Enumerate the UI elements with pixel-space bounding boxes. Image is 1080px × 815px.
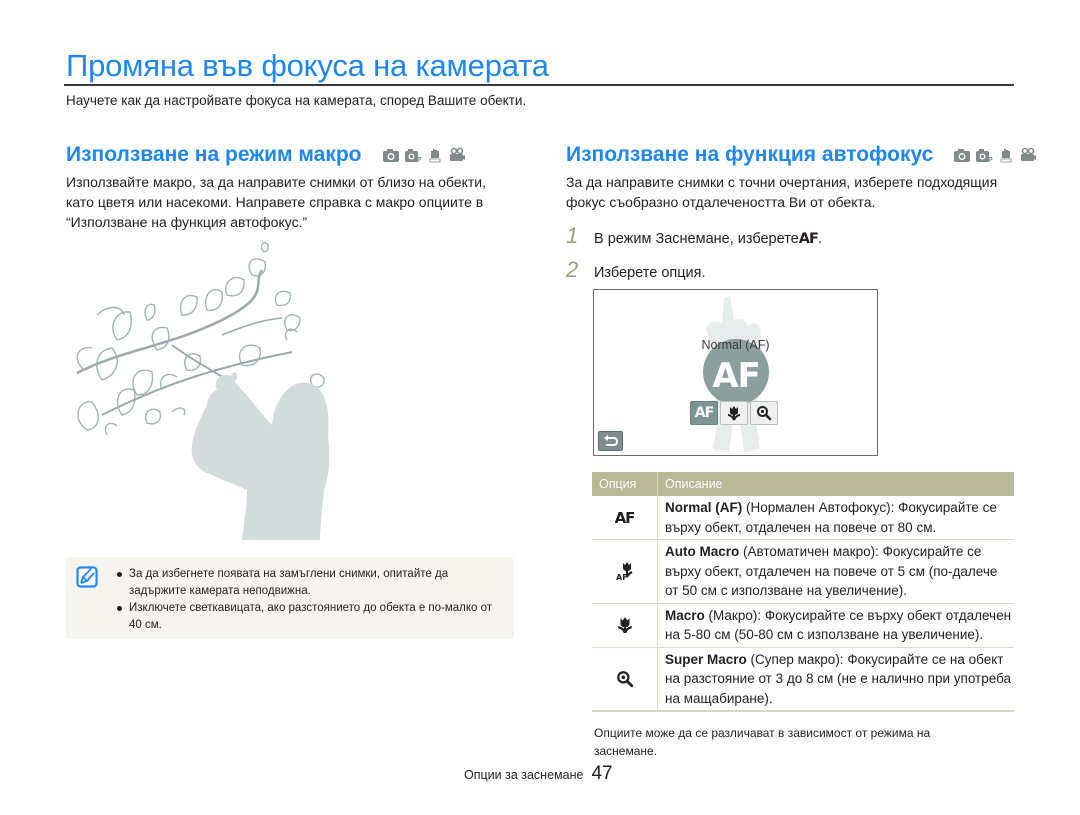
row-description: Auto Macro (Автоматичен макро): Фокусира…	[658, 540, 1014, 603]
svg-text:AF: AF	[616, 573, 628, 581]
step-number: 2	[566, 257, 579, 282]
table-note: Опциите може да се различават в зависимо…	[594, 726, 931, 758]
af-heading-text: Използване на функция автофокус	[566, 143, 934, 166]
header-option: Опция	[592, 472, 658, 496]
af-normal-icon: AF	[592, 496, 658, 539]
magnolia-photographer-illustration	[76, 242, 330, 540]
af-section-heading: Използване на функция автофокус P	[566, 143, 1037, 167]
super-macro-option[interactable]	[750, 401, 778, 425]
dual-is-icon	[1000, 149, 1012, 163]
af-icon: AF	[798, 231, 819, 247]
af-icon: AF	[694, 405, 714, 421]
title-divider	[64, 84, 1014, 86]
table-row: AF Normal (AF) (Нормален Автофокус): Фок…	[592, 496, 1014, 540]
step-text: В режим Заснемане, изберете	[594, 231, 799, 247]
mode-icons: P	[953, 147, 1037, 163]
background-figure: AF	[703, 296, 769, 452]
macro-icon	[592, 603, 658, 647]
focus-mode-label: Normal (AF)	[701, 338, 770, 352]
step-2: 2 Изберете опция.	[566, 257, 706, 283]
header-description: Описание	[665, 477, 723, 491]
option-desc: (Макро): Фокусирайте се върху обект отда…	[665, 607, 1012, 643]
macro-heading-text: Използване на режим макро	[66, 143, 362, 166]
macro-option[interactable]	[720, 401, 748, 425]
step-number: 1	[566, 223, 579, 248]
note-box: За да избегнете появата на замъглени сни…	[66, 557, 514, 639]
table-row: AF Auto Macro (Автоматичен макро): Фокус…	[592, 540, 1014, 604]
option-name: Auto Macro	[665, 544, 740, 559]
back-button[interactable]	[598, 431, 623, 451]
page-title: Промяна във фокуса на камерата	[66, 48, 549, 83]
note-list: За да избегнете появата на замъглени сни…	[116, 566, 506, 634]
option-name: Super Macro	[665, 651, 747, 667]
af-normal-option[interactable]: AF	[690, 401, 718, 425]
camera-auto-icon	[382, 149, 399, 162]
mode-icons: P	[382, 147, 466, 163]
footer-section-label: Опции за заснемане	[464, 768, 584, 782]
option-name: Normal (AF)	[665, 500, 743, 515]
auto-macro-icon: AF	[592, 540, 658, 603]
note-pencil-icon	[76, 566, 98, 588]
svg-text:P: P	[988, 157, 993, 163]
af-description: За да направите снимки с точни очертания…	[566, 174, 998, 210]
option-name: Macro	[665, 607, 705, 623]
svg-text:P: P	[417, 157, 422, 163]
step-1: 1 В режим Заснемане, изберете AF .	[566, 223, 822, 249]
camera-program-icon: P	[404, 149, 422, 163]
table-row: Macro (Макро): Фокусирайте се върху обек…	[592, 603, 1014, 648]
macro-section-heading: Използване на режим макро P	[66, 143, 466, 167]
note-item: За да избегнете появата на замъглени сни…	[116, 566, 506, 600]
page-number: 47	[591, 763, 613, 784]
table-row: Super Macro (Супер макро): Фокусирайте с…	[592, 647, 1014, 712]
page-footer: Опции за заснемане 47	[464, 763, 613, 785]
back-arrow-icon	[604, 435, 619, 446]
row-description: Super Macro (Супер макро): Фокусирайте с…	[658, 648, 1014, 711]
magnifier-icon	[757, 406, 772, 421]
svg-text:AF: AF	[712, 356, 760, 396]
table-header: Опция Описание	[592, 472, 1014, 496]
note-item: Изключете светкавицата, ако разстоянието…	[116, 600, 506, 634]
super-macro-icon	[592, 647, 658, 710]
page-intro: Научете как да настройвате фокуса на кам…	[66, 93, 527, 108]
camera-auto-icon	[954, 149, 971, 162]
row-description: Macro (Макро): Фокусирайте се върху обек…	[658, 604, 1014, 647]
movie-icon	[1021, 147, 1037, 161]
camera-program-icon: P	[976, 149, 993, 163]
camera-screen: AF Normal (AF) AF	[593, 289, 878, 456]
movie-icon	[449, 147, 465, 161]
focus-options-table: Опция Описание AF Normal (AF) (Нормален …	[592, 472, 1014, 712]
step-text: Изберете опция.	[594, 265, 706, 281]
row-description: Normal (AF) (Нормален Автофокус): Фокуси…	[658, 496, 1014, 539]
step-suffix: .	[817, 231, 822, 247]
dual-is-icon	[429, 149, 440, 163]
flower-icon	[727, 406, 741, 421]
macro-description: Използвайте макро, за да направите снимк…	[66, 174, 486, 230]
woman-silhouette	[191, 372, 330, 540]
